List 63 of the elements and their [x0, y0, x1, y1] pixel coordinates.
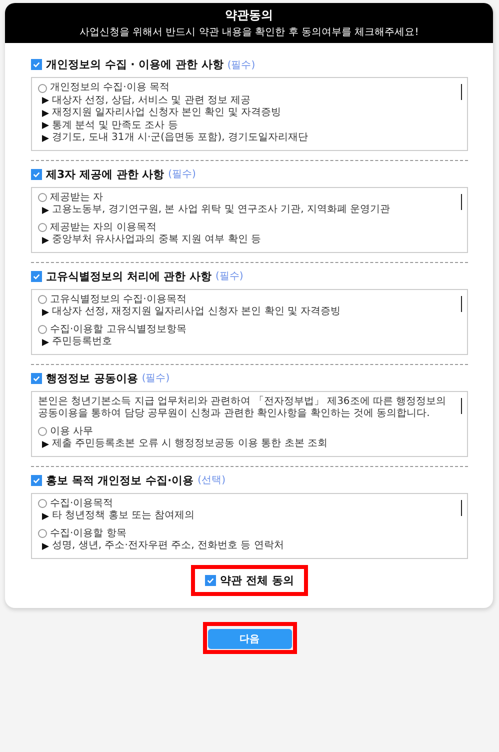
- checkbox[interactable]: [31, 270, 42, 282]
- terms-item: 대상자 선정, 재정지원 일자리사업 신청자 본인 확인 및 자격증빙: [52, 306, 341, 318]
- section-tag: (필수): [227, 58, 256, 72]
- triangle-bullet-icon: [42, 97, 49, 104]
- terms-item: 주민등록번호: [52, 336, 112, 348]
- terms-item: 중앙부처 유사사업과의 중복 지원 여부 확인 등: [52, 234, 262, 246]
- section-tag: (필수): [142, 371, 170, 385]
- triangle-bullet-icon: [42, 542, 49, 550]
- terms-item: 통계 분석 및 만족도 조사 등: [52, 120, 178, 132]
- page-subtitle: 사업신청을 위해서 반드시 약관 내용을 확인한 후 동의여부를 체크해주세요!: [78, 26, 420, 39]
- terms-heading: 개인정보의 수집·이용 목적: [50, 82, 170, 94]
- terms-item: 대상자 선정, 상담, 서비스 및 관련 정보 제공: [52, 94, 251, 107]
- circle-icon: [38, 193, 47, 202]
- checkbox[interactable]: [31, 474, 42, 486]
- scrollbar[interactable]: [461, 194, 462, 210]
- section-title: 고유식별정보의 처리에 관한 사항: [46, 268, 212, 284]
- triangle-bullet-icon: [42, 512, 49, 520]
- section-title: 홍보 목적 개인정보 수집·이용: [46, 472, 194, 488]
- circle-icon: [38, 427, 47, 436]
- scrollbar[interactable]: [461, 398, 462, 414]
- terms-item: 타 청년정책 홍보 또는 참여제의: [52, 510, 195, 522]
- terms-item: 경기도, 도내 31개 시·군(읍면동 포함), 경기도일자리재단: [52, 132, 308, 144]
- terms-heading: 수집·이용할 항목: [50, 528, 126, 540]
- triangle-bullet-icon: [42, 134, 49, 142]
- triangle-bullet-icon: [42, 110, 49, 117]
- triangle-bullet-icon: [42, 236, 49, 244]
- section-title: 제3자 제공에 관한 사항: [46, 166, 164, 182]
- terms-paragraph: 본인은 청년기본소득 지급 업무처리와 관련하여 「전자정부법」 제36조에 따른 행정정보의 공동이용을 통하여 담당 공무원이 신청과 관련한 확인사항을 확인하는 것에 동의합니다.: [38, 396, 448, 420]
- terms-item: 제출 주민등록초본 오류 시 행정정보공동 이용 통한 초본 조회: [52, 438, 328, 450]
- scrollbar[interactable]: [461, 84, 462, 100]
- terms-item: 성명, 생년, 주소·전자우편 주소, 전화번호 등 연락처: [52, 540, 284, 552]
- section-title: 행정정보 공동이용: [46, 370, 138, 386]
- page-title: 약관동의: [224, 7, 274, 24]
- terms-heading: 수집·이용할 고유식별정보항목: [50, 324, 186, 336]
- terms-heading: 이용 사무: [50, 426, 94, 438]
- checkbox[interactable]: [31, 372, 42, 384]
- circle-icon: [38, 84, 47, 93]
- checkbox[interactable]: [31, 168, 42, 180]
- circle-icon: [38, 295, 47, 304]
- terms-heading: 고유식별정보의 수집·이용목적: [50, 294, 186, 306]
- agree-all-checkbox[interactable]: 약관 전체 동의: [205, 572, 294, 588]
- terms-item: 고용노동부, 경기연구원, 본 사업 위탁 및 연구조사 기관, 지역화폐 운영기관: [52, 204, 390, 216]
- scrollbar[interactable]: [461, 500, 462, 516]
- circle-icon: [38, 529, 47, 538]
- triangle-bullet-icon: [42, 308, 49, 316]
- section-tag: (필수): [216, 269, 244, 283]
- checkbox[interactable]: [205, 574, 216, 586]
- checkbox[interactable]: [31, 59, 42, 70]
- triangle-bullet-icon: [42, 206, 49, 214]
- triangle-bullet-icon: [42, 122, 49, 130]
- circle-icon: [38, 325, 47, 334]
- scrollbar[interactable]: [461, 296, 462, 312]
- section-title: 개인정보의 수집 · 이용에 관한 사항: [46, 57, 224, 72]
- circle-icon: [38, 223, 47, 232]
- triangle-bullet-icon: [42, 338, 49, 346]
- terms-heading: 수집·이용목적: [50, 498, 114, 510]
- terms-heading: 제공받는 자의 이용목적: [50, 222, 156, 234]
- triangle-bullet-icon: [42, 440, 49, 448]
- circle-icon: [38, 499, 47, 508]
- section-tag: (선택): [198, 473, 226, 487]
- section-tag: (필수): [168, 167, 196, 181]
- terms-item: 재정지원 일자리사업 신청자 본인 확인 및 자격증빙: [52, 107, 282, 120]
- terms-heading: 제공받는 자: [50, 192, 104, 204]
